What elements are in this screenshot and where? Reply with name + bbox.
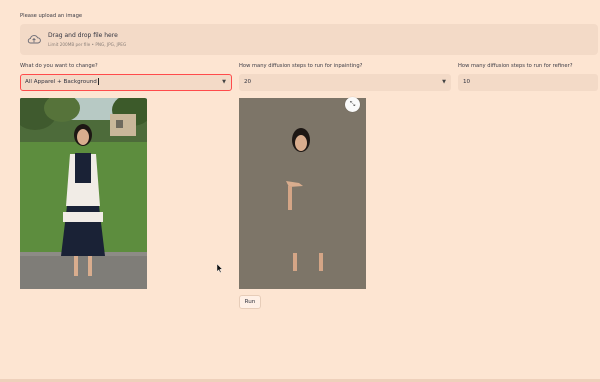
text-cursor [97,78,99,85]
refiner-steps-label: How many diffusion steps to run for refi… [458,63,573,69]
steps-select-value: 20 [244,79,252,85]
cloud-upload-icon [27,35,41,44]
uploader-label: Please upload an image [20,13,83,19]
dropzone-title: Drag and drop file here [48,32,118,39]
result-image [239,98,366,289]
refiner-steps-input[interactable]: 10 [458,74,598,91]
change-select[interactable]: All Apparel + Background ▼ [20,74,232,91]
expand-image-button[interactable]: ⤡ [345,97,360,112]
mouse-pointer-icon [217,264,223,273]
chevron-down-icon: ▼ [222,79,226,85]
steps-select[interactable]: 20 ▼ [239,74,451,91]
refiner-steps-value: 10 [463,79,471,85]
original-image [20,98,147,289]
chevron-down-icon: ▼ [442,79,446,85]
dropzone-hint: Limit 200MB per file • PNG, JPG, JPEG [48,42,127,47]
run-button[interactable]: Run [239,295,261,309]
change-select-value: All Apparel + Background [25,79,97,85]
expand-icon: ⤡ [349,100,356,108]
change-select-label: What do you want to change? [20,63,98,69]
file-dropzone[interactable]: Drag and drop file here Limit 200MB per … [20,24,598,55]
steps-select-label: How many diffusion steps to run for inpa… [239,63,363,69]
